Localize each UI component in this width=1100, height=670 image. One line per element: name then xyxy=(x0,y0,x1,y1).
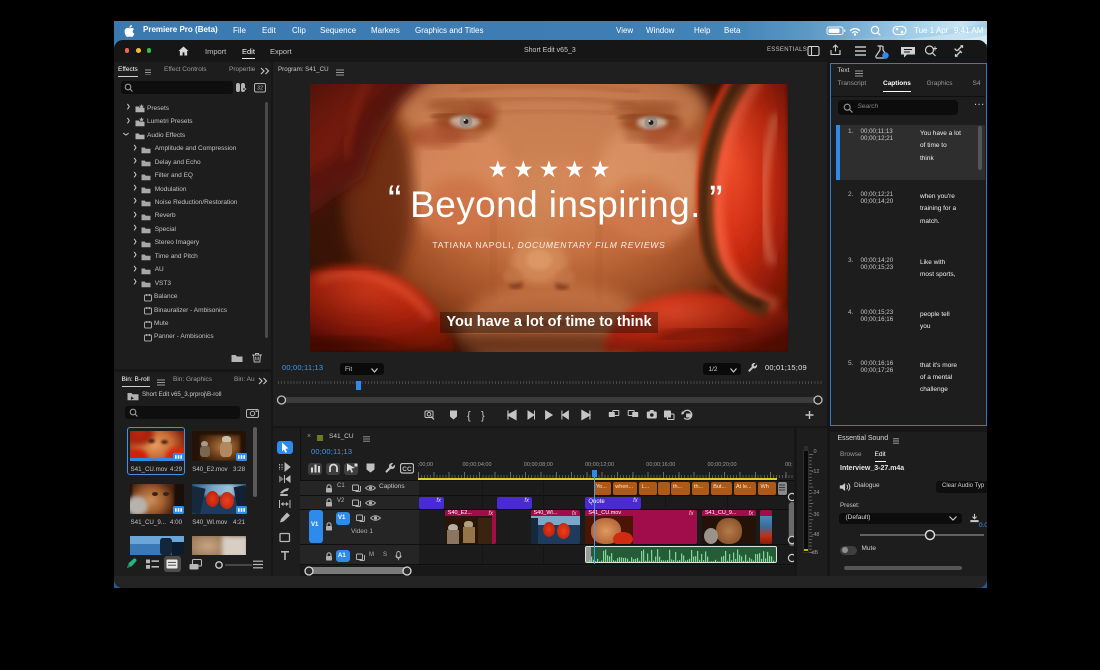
svg-text:CC: CC xyxy=(402,466,412,473)
svg-text:{: { xyxy=(467,410,471,422)
svg-text:32: 32 xyxy=(257,86,263,92)
svg-text:}: } xyxy=(481,410,485,422)
